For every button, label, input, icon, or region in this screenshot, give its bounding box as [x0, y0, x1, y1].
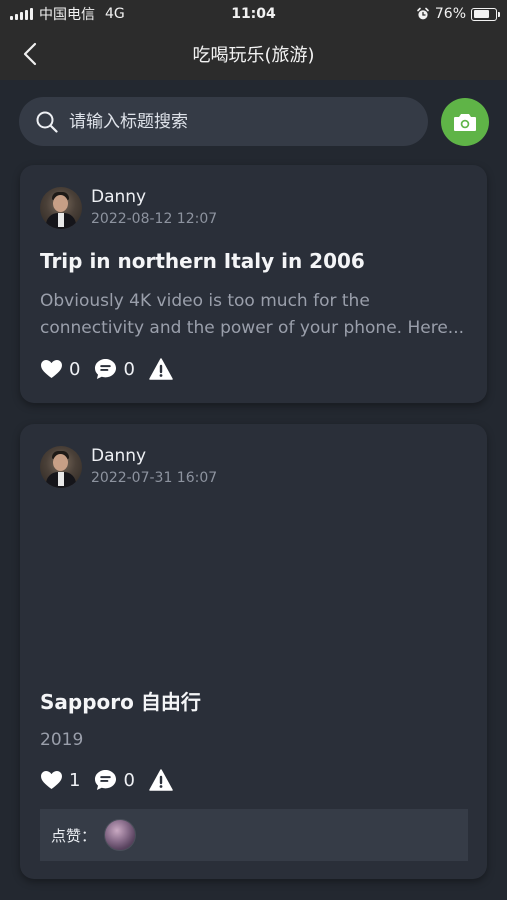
- battery-label: 76%: [434, 6, 466, 22]
- heart-icon: [41, 359, 62, 379]
- camera-icon: [454, 114, 476, 131]
- comment-icon: [95, 769, 117, 791]
- back-button[interactable]: [14, 38, 46, 70]
- comment-icon: [95, 358, 117, 380]
- comment-count: 0: [123, 358, 135, 380]
- author-row: Danny 2022-07-31 16:07: [40, 446, 217, 488]
- post-title: Sapporo 自由行: [40, 690, 201, 714]
- warning-icon: [149, 358, 173, 380]
- post-actions: 0 0: [40, 358, 173, 380]
- status-right: 76%: [416, 6, 500, 22]
- page-title: 吃喝玩乐(旅游): [192, 45, 315, 66]
- comment-button[interactable]: 0: [94, 358, 148, 380]
- author-row: Danny 2022-08-12 12:07: [40, 187, 217, 229]
- author-name: Danny: [91, 446, 147, 466]
- network-label: 4G: [105, 6, 125, 22]
- author-name: Danny: [91, 187, 147, 207]
- comment-button[interactable]: 0: [94, 769, 148, 791]
- report-button[interactable]: [149, 358, 173, 380]
- like-button[interactable]: 1: [40, 770, 94, 791]
- post-excerpt: 2019: [40, 730, 84, 750]
- carrier-label: 中国电信: [39, 7, 95, 23]
- like-count: 0: [69, 358, 81, 380]
- warning-icon: [149, 769, 173, 791]
- battery-icon: [471, 7, 500, 21]
- nav-bar: 吃喝玩乐(旅游): [0, 28, 507, 80]
- camera-button[interactable]: [441, 98, 489, 146]
- post-time: 2022-08-12 12:07: [91, 211, 218, 227]
- post-card[interactable]: Danny 2022-08-12 12:07 Trip in northern …: [20, 165, 487, 403]
- post-excerpt: Obviously 4K video is too much for the c…: [40, 291, 464, 338]
- post-actions: 1 0: [40, 769, 173, 791]
- post-card[interactable]: Danny 2022-07-31 16:07 Sapporo 自由行 2019 …: [20, 424, 487, 879]
- avatar[interactable]: [40, 187, 82, 229]
- like-label: 点赞：: [51, 826, 97, 845]
- status-bar: 中国电信 4G 11:04 76%: [0, 0, 507, 28]
- signal-icon: [10, 8, 33, 20]
- search-bar[interactable]: [19, 97, 428, 146]
- search-input[interactable]: [69, 111, 389, 132]
- liked-by-bar: 点赞：: [40, 809, 468, 861]
- comment-count: 0: [123, 769, 135, 791]
- alarm-icon: [417, 7, 429, 20]
- chevron-left-icon: [23, 42, 37, 66]
- search-icon: [36, 111, 58, 133]
- report-button[interactable]: [149, 769, 173, 791]
- liker-avatar[interactable]: [104, 819, 137, 851]
- post-title: Trip in northern Italy in 2006: [40, 249, 365, 273]
- status-left: 中国电信 4G: [10, 4, 125, 24]
- like-button[interactable]: 0: [40, 359, 94, 380]
- heart-icon: [41, 770, 62, 790]
- post-time: 2022-07-31 16:07: [91, 470, 218, 486]
- like-count: 1: [69, 769, 81, 791]
- avatar[interactable]: [40, 446, 82, 488]
